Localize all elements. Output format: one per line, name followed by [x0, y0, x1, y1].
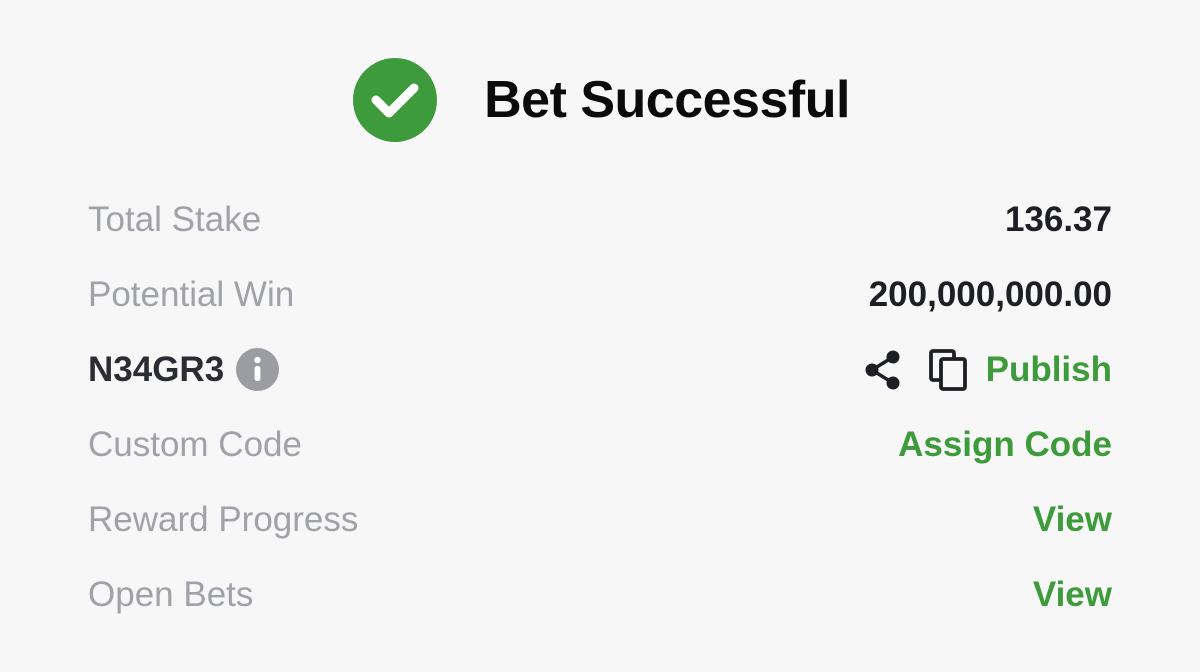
view-reward-progress-button[interactable]: View — [1033, 500, 1112, 540]
success-header: Bet Successful — [0, 57, 1200, 143]
reward-progress-label: Reward Progress — [88, 499, 359, 539]
page-title: Bet Successful — [484, 71, 850, 129]
custom-code-row: Custom Code Assign Code — [88, 407, 1112, 482]
assign-code-button[interactable]: Assign Code — [898, 425, 1112, 465]
potential-win-row: Potential Win 200,000,000.00 — [88, 257, 1112, 332]
check-circle-icon — [353, 58, 438, 142]
publish-button[interactable]: Publish — [986, 350, 1112, 390]
total-stake-row: Total Stake 136.37 — [88, 182, 1112, 257]
bet-summary: Total Stake 136.37 Potential Win 200,000… — [88, 182, 1112, 632]
open-bets-label: Open Bets — [88, 574, 254, 614]
total-stake-value: 136.37 — [1004, 199, 1112, 239]
booking-code-row: N34GR3 Publish — [88, 332, 1112, 407]
reward-progress-row: Reward Progress View — [88, 482, 1112, 557]
booking-code: N34GR3 — [88, 349, 225, 389]
copy-icon[interactable] — [928, 348, 968, 392]
booking-code-group: N34GR3 — [88, 348, 280, 391]
open-bets-row: Open Bets View — [88, 557, 1112, 632]
view-open-bets-button[interactable]: View — [1033, 575, 1112, 615]
booking-actions: Publish — [864, 348, 1112, 392]
total-stake-label: Total Stake — [88, 199, 262, 239]
share-icon[interactable] — [864, 349, 902, 391]
custom-code-label: Custom Code — [88, 424, 302, 464]
potential-win-label: Potential Win — [88, 274, 295, 314]
info-icon[interactable] — [236, 348, 280, 391]
potential-win-value: 200,000,000.00 — [868, 274, 1112, 314]
